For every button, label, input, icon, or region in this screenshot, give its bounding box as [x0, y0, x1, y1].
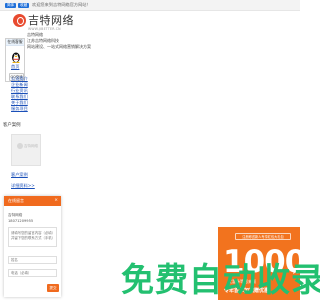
close-icon[interactable]: ×: [54, 196, 58, 206]
logo-name[interactable]: 吉特网络: [28, 12, 74, 28]
bookmark-badge[interactable]: 收藏: [18, 2, 30, 8]
submit-button[interactable]: 提交: [47, 284, 59, 292]
message-form: 在线留言 × 吉特网络 18071209955 提交: [4, 196, 61, 297]
case-image[interactable]: 吉特网络: [11, 134, 41, 166]
form-header: 在线留言 ×: [4, 196, 61, 206]
case-image-label: 吉特网络: [24, 144, 38, 148]
promo-caption: 注册即送新人专享红包大礼包: [235, 233, 291, 240]
phone-input[interactable]: [8, 269, 57, 277]
form-title: 在线留言: [8, 198, 24, 203]
language-badge[interactable]: 简体: [5, 2, 17, 8]
nav-item-home[interactable]: 首页: [11, 64, 19, 70]
case-image-logo-icon: [17, 143, 23, 149]
qq-service-title: 在线客服: [6, 39, 24, 46]
name-input[interactable]: [8, 256, 57, 264]
nav-item-services[interactable]: 服务项目: [11, 106, 28, 112]
intro-line-3: 网站建设、一站式网络营销解决方案: [27, 44, 91, 49]
form-company-name: 吉特网络: [8, 213, 23, 217]
message-textarea[interactable]: [8, 227, 57, 247]
top-bar: 简体 收藏 欢迎您来到吉特网络官方网站！: [0, 0, 300, 11]
watermark-text: 免费自动收录: [121, 260, 320, 299]
case-link[interactable]: 客户案例: [11, 172, 28, 178]
nav-menu-list: 公司简介 企业新闻 行业资讯 联系我们 关于我们 服务项目: [11, 76, 28, 112]
cases-title: 客户案例: [3, 123, 21, 128]
welcome-text: 欢迎您来到吉特网络官方网站！: [32, 2, 91, 7]
logo-url: WWW.JIBETTER.CN: [28, 27, 61, 31]
case-more-link[interactable]: 详细资料>>: [11, 183, 35, 189]
qq-penguin-icon: [12, 52, 20, 63]
nav-menu: 首页: [11, 64, 19, 70]
logo-icon[interactable]: [13, 14, 26, 27]
form-phone-number: 18071209955: [8, 219, 34, 223]
